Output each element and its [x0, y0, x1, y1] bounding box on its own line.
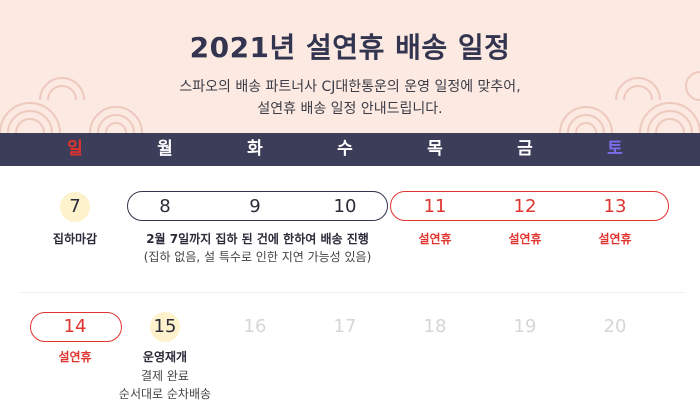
- note-payment-complete: 결제 완료: [141, 369, 189, 383]
- subtitle-line-1: 스파오의 배송 파트너사 CJ대한통운의 운영 일정에 맞추어,: [179, 79, 521, 95]
- pickup-notice-sub: (집하 없음, 설 특수로 인한 지연 가능성 있음): [143, 250, 372, 264]
- date-16: 16: [243, 316, 267, 337]
- date-12: 12: [513, 196, 537, 217]
- date-10: 10: [333, 196, 357, 217]
- date-7: 7: [69, 196, 81, 217]
- weekday-wed: 수: [337, 139, 353, 159]
- weekday-fri: 금: [517, 139, 533, 159]
- label-holiday-11: 설연휴: [418, 232, 452, 246]
- weekday-mon: 월: [157, 139, 173, 159]
- date-18: 18: [423, 316, 447, 337]
- label-operation-resume: 운영재개: [142, 350, 188, 364]
- date-17: 17: [333, 316, 357, 337]
- weekday-sun: 일: [67, 139, 83, 159]
- header-banner: 2021년 설연휴 배송 일정 스파오의 배송 파트너사 CJ대한통운의 운영 …: [0, 0, 700, 133]
- label-holiday-13: 설연휴: [598, 232, 632, 246]
- label-holiday-12: 설연휴: [508, 232, 542, 246]
- week-divider: [20, 292, 685, 293]
- date-19: 19: [513, 316, 537, 337]
- label-pickup-deadline: 집하마감: [52, 232, 98, 246]
- date-14: 14: [63, 316, 87, 337]
- date-11: 11: [423, 196, 447, 217]
- subtitle-line-2: 설연휴 배송 일정 안내드립니다.: [257, 101, 443, 117]
- date-9: 9: [249, 196, 261, 217]
- weekday-header: 일 월 화 수 목 금 토: [0, 133, 700, 166]
- date-20: 20: [603, 316, 627, 337]
- weekday-thu: 목: [427, 139, 443, 159]
- weekday-tue: 화: [247, 139, 263, 159]
- page-title: 2021년 설연휴 배송 일정: [189, 31, 511, 64]
- date-13: 13: [603, 196, 627, 217]
- weekday-sat: 토: [607, 139, 623, 159]
- note-sequential-delivery: 순서대로 순차배송: [118, 387, 212, 401]
- date-8: 8: [159, 196, 171, 217]
- pickup-notice: 2월 7일까지 집하 된 건에 한하여 배송 진행: [146, 232, 369, 246]
- label-holiday-14: 설연휴: [58, 350, 92, 364]
- date-15: 15: [153, 316, 177, 337]
